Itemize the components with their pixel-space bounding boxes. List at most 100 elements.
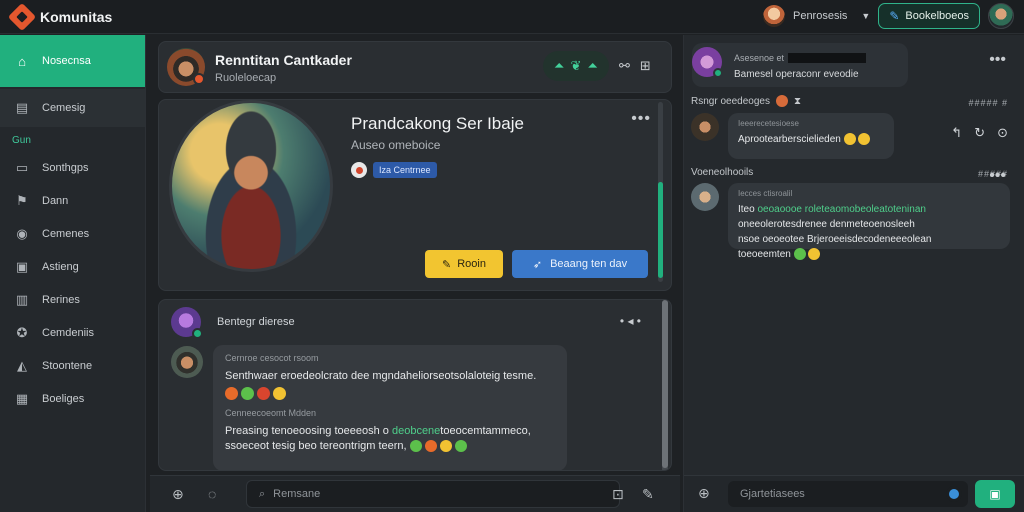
emoji-icon[interactable] <box>241 387 254 400</box>
message-text-part: Aprootearberscielieden <box>738 134 841 145</box>
message-avatar[interactable] <box>691 113 719 141</box>
message-author: Iecces ctisroalil <box>738 189 793 198</box>
community-title: Renntitan Cantkader <box>215 52 352 68</box>
folder-icon: ▥ <box>15 291 29 307</box>
sidebar-item-home[interactable]: ⌂ Nosecnsa <box>0 35 145 87</box>
chat-input[interactable]: Gjartetiasees <box>728 481 968 507</box>
emoji-icon[interactable] <box>454 440 467 453</box>
reply-icon[interactable]: ↰ <box>951 125 962 141</box>
user-avatar[interactable] <box>762 5 785 27</box>
message-text: Aprootearberscielieden <box>738 132 884 147</box>
badge-icon <box>193 73 205 85</box>
join-button[interactable]: ✎ Rooin <box>425 250 503 278</box>
copy-icon[interactable]: ⊙ <box>997 125 1008 141</box>
triangle-icon: ◭ <box>17 357 27 373</box>
pen-icon[interactable]: ✎ <box>642 486 654 503</box>
message-author: Cenneecoeomt Mdden <box>225 408 317 418</box>
chevron-down-icon[interactable]: ▼ <box>861 11 870 21</box>
emoji-icon[interactable] <box>793 248 806 261</box>
app-logo[interactable]: Komunitas <box>0 2 113 31</box>
gamepad-icon[interactable]: ⊞ <box>640 58 651 74</box>
section-meta: ##### # <box>968 98 1008 108</box>
section-title: Rsngr oeedeoges <box>691 95 770 107</box>
chat-bubble-icon[interactable]: ◌ <box>208 486 216 502</box>
composer: ⊕ ◌ ⌕ Remsane ⊡ ✎ <box>150 475 680 512</box>
user-name[interactable]: Penrosesis <box>793 10 847 22</box>
chat-avatar[interactable] <box>692 47 723 78</box>
sidebar-item-triangle[interactable]: ◭ Stoontene <box>0 350 145 381</box>
more-options-icon[interactable]: ••• <box>631 110 651 128</box>
add-circle-icon[interactable]: ⊕ <box>172 486 184 503</box>
home-icon: ⌂ <box>18 53 26 69</box>
search-icon: ⌕ <box>259 487 266 500</box>
profile-avatar[interactable] <box>988 3 1014 29</box>
upload-icon[interactable]: ⏶ <box>554 58 564 74</box>
right-panel: Asesenoe et Bamesel operaconr eveodie ••… <box>683 35 1024 512</box>
sidebar-item-label: Cemdeniis <box>42 326 94 339</box>
message-text-part: Iteo <box>738 204 758 215</box>
thread-card: Bentegr dierese • ◂ • Cernroe cesocot rs… <box>158 299 672 471</box>
thread-title: Bentegr dierese <box>217 316 295 328</box>
message-highlight[interactable]: oeoaoooe roleteaomobeoleatoteninan <box>757 204 925 215</box>
more-options-icon[interactable]: ••• <box>989 167 1006 185</box>
link-icon[interactable]: ⚯ <box>619 58 630 74</box>
emoji-icon[interactable] <box>273 387 286 400</box>
add-circle-icon[interactable]: ⊕ <box>698 485 710 502</box>
sidebar-item-list[interactable]: ▭ Sonthgps <box>0 152 145 183</box>
wrench-icon: ✎ <box>889 9 900 23</box>
profile-tag[interactable]: Iza Centrnee <box>373 162 437 178</box>
scrollbar[interactable] <box>658 102 663 282</box>
scrollbar[interactable] <box>662 300 668 470</box>
message-avatar[interactable] <box>171 346 203 378</box>
share-icon[interactable]: ⏶ <box>588 58 598 74</box>
message-text-part: ssoeceot tesig beo tereontrigm teern, <box>225 440 407 452</box>
profile-meta: Iza Centrnee <box>351 162 437 178</box>
message-highlight[interactable]: deobcene <box>392 425 440 437</box>
profile-card: Prandcakong Ser Ibaje Auseo omeboice Iza… <box>158 99 672 291</box>
online-indicator <box>713 68 723 78</box>
top-action-button[interactable]: ✎ Bookelboeos <box>878 3 980 29</box>
redacted-block <box>788 53 867 63</box>
gallery-icon: ▣ <box>15 258 29 274</box>
sidebar-item-folder[interactable]: ▥ Rerines <box>0 284 145 315</box>
message-text-part: oneeolerotesdrenee denmeteoenosleeh <box>738 219 915 230</box>
chat-subtitle: Bamesel operaconr eveodie <box>734 69 859 80</box>
community-subtitle: Ruoleloecap <box>215 72 277 84</box>
join-button-label: Rooin <box>457 258 486 270</box>
sidebar-item-flag[interactable]: ⚑ Dann <box>0 185 145 216</box>
message-button[interactable]: ➶ Beaang ten dav <box>512 250 648 278</box>
record-icon[interactable] <box>946 486 962 502</box>
emoji-icon[interactable] <box>424 440 437 453</box>
more-options-icon[interactable]: ••• <box>989 51 1006 69</box>
compass-icon: ◉ <box>16 225 28 241</box>
emoji-icon[interactable] <box>843 133 856 146</box>
message-input[interactable]: ⌕ Remsane <box>246 480 620 508</box>
header-tools: ⚯ ⊞ <box>619 58 651 74</box>
emoji-icon[interactable] <box>439 440 452 453</box>
app-name: Komunitas <box>40 8 113 25</box>
sidebar-item-compass[interactable]: ◉ Cemenes <box>0 218 145 249</box>
message-bubble: Ieeerecetesioese Aprootearberscielieden <box>728 113 894 159</box>
sidebar-item-chat[interactable]: ▤ Cemesig <box>0 89 145 127</box>
thread-avatar[interactable] <box>171 307 203 339</box>
emoji-icon[interactable] <box>409 440 422 453</box>
sidebar-item-bookmark[interactable]: ▦ Boeliges <box>0 383 145 414</box>
image-icon[interactable]: ⊡ <box>612 486 624 503</box>
emoji-icon[interactable] <box>257 387 270 400</box>
sidebar-item-gallery[interactable]: ▣ Astieng <box>0 251 145 282</box>
more-options-icon[interactable]: • ◂ • <box>620 314 641 328</box>
send-button[interactable]: ▣ <box>975 480 1015 508</box>
emoji-icon[interactable] <box>225 387 238 400</box>
emoji-icon[interactable] <box>858 133 871 146</box>
message-text: Iteo oeoaoooe roleteaomobeoleatoteninan … <box>738 202 1000 262</box>
chat-name: Asesenoe et <box>734 53 867 63</box>
sidebar-item-settings[interactable]: ✪ Cemdeniis <box>0 317 145 348</box>
message-text: Senthwaer eroedeolcrato dee mgndaheliors… <box>225 370 537 382</box>
refresh-icon[interactable]: ↻ <box>974 125 985 141</box>
sidebar-item-label: Stoontene <box>42 359 93 372</box>
leaf-icon[interactable]: ❦ <box>571 58 582 74</box>
emoji-icon[interactable] <box>808 248 821 261</box>
emoji-icon <box>775 95 788 107</box>
section-title: Voeneolhooils <box>691 167 754 178</box>
message-avatar[interactable] <box>691 183 719 211</box>
